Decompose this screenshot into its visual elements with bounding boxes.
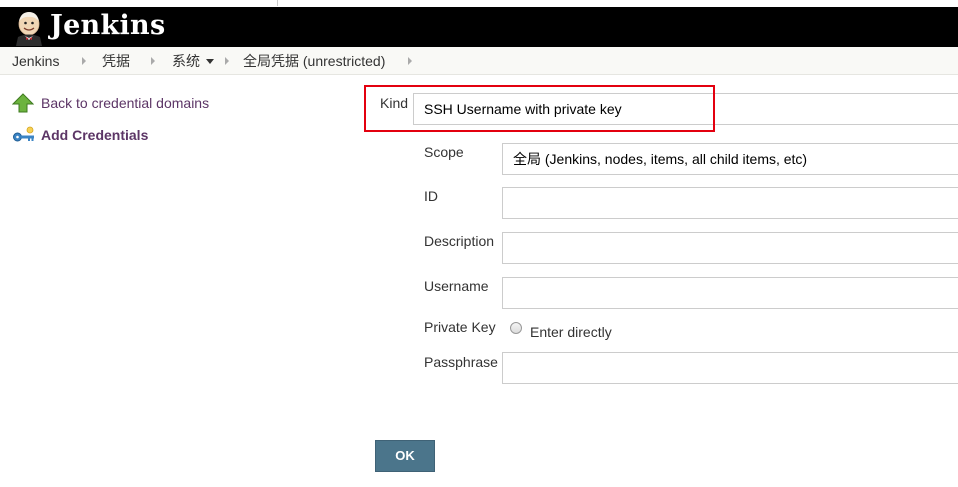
header-bar: Jenkins	[0, 7, 958, 47]
jenkins-brand-title[interactable]: Jenkins	[50, 10, 165, 42]
top-strip	[0, 0, 958, 7]
breadcrumb-system[interactable]: 系统	[172, 47, 200, 75]
breadcrumb-separator-icon	[225, 57, 229, 65]
key-icon	[13, 126, 34, 142]
breadcrumb-separator-icon	[82, 57, 86, 65]
sidebar-item-back-to-domains[interactable]: Back to credential domains	[12, 93, 222, 115]
divider	[277, 0, 278, 6]
private-key-label: Private Key	[424, 319, 496, 335]
breadcrumb-separator-icon	[408, 57, 412, 65]
id-field[interactable]	[502, 187, 958, 219]
breadcrumb-separator-icon	[151, 57, 155, 65]
scope-label: Scope	[424, 144, 464, 160]
up-arrow-icon	[12, 93, 34, 113]
sidebar-item-label[interactable]: Add Credentials	[41, 127, 148, 143]
id-label: ID	[424, 188, 438, 204]
breadcrumb-jenkins[interactable]: Jenkins	[12, 47, 59, 75]
username-label: Username	[424, 278, 489, 294]
description-field[interactable]	[502, 232, 958, 264]
sidebar-item-add-credentials[interactable]: Add Credentials	[12, 125, 162, 147]
breadcrumb-credentials[interactable]: 凭据	[102, 47, 130, 75]
highlight-box	[364, 85, 715, 132]
jenkins-butler-logo-icon[interactable]	[12, 10, 46, 46]
description-label: Description	[424, 233, 495, 249]
username-field[interactable]	[502, 277, 958, 309]
passphrase-field[interactable]	[502, 352, 958, 384]
breadcrumb-global-credentials[interactable]: 全局凭据 (unrestricted)	[243, 47, 385, 75]
enter-directly-label[interactable]: Enter directly	[530, 324, 612, 340]
ok-button[interactable]: OK	[375, 440, 435, 472]
passphrase-label: Passphrase	[424, 354, 498, 370]
breadcrumb: Jenkins 凭据 系统 全局凭据 (unrestricted)	[0, 47, 958, 75]
sidebar-item-label[interactable]: Back to credential domains	[41, 95, 209, 111]
scope-select[interactable]: 全局 (Jenkins, nodes, items, all child ite…	[502, 143, 958, 175]
chevron-down-icon[interactable]	[206, 59, 214, 64]
enter-directly-radio[interactable]	[510, 322, 522, 334]
